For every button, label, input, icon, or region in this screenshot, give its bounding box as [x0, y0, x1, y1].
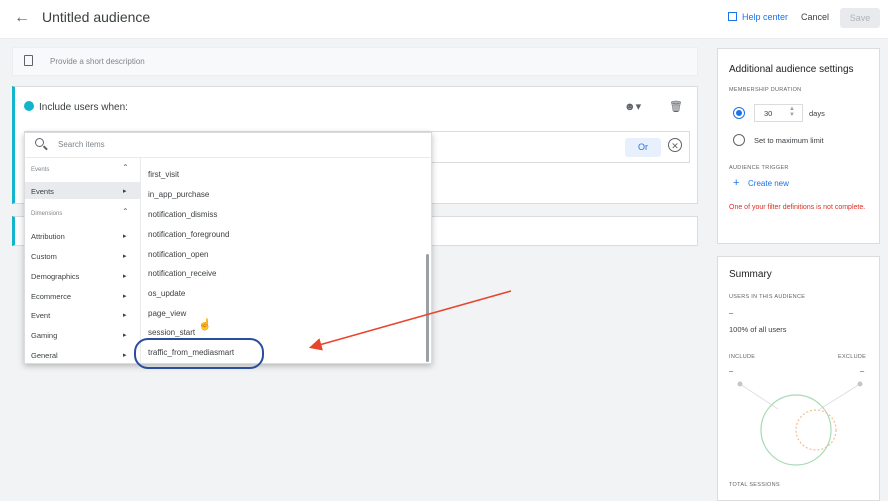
event-item[interactable]: notification_dismiss	[148, 210, 217, 219]
event-item[interactable]: notification_foreground	[148, 230, 229, 239]
duration-input[interactable]	[754, 104, 803, 122]
dimension-item[interactable]: Ecommerce	[31, 292, 71, 301]
events-category-label[interactable]: Events	[31, 187, 54, 196]
chevron-right-icon: ▸	[123, 273, 127, 280]
audience-trigger-caption: AUDIENCE TRIGGER	[729, 165, 789, 171]
save-button[interactable]: Save	[840, 8, 880, 28]
trash-icon[interactable]: 🗑	[669, 100, 683, 113]
include-users-label: Include users when:	[39, 102, 128, 113]
chevron-right-icon: ▸	[123, 312, 127, 319]
include-caption: INCLUDE	[729, 354, 756, 360]
dimension-item[interactable]: Custom	[31, 252, 57, 261]
users-in-audience-caption: USERS IN THIS AUDIENCE	[729, 294, 806, 300]
additional-settings-panel	[717, 48, 880, 244]
dimension-item[interactable]: Attribution	[31, 232, 65, 241]
stepper-icon[interactable]: ▲ ▼	[789, 106, 795, 118]
dimensions-section-header[interactable]: Dimensions	[31, 211, 62, 217]
venn-diagram	[737, 381, 863, 466]
collapse-dimensions-icon[interactable]: ⌃	[122, 207, 129, 216]
percent-of-users: 100% of all users	[729, 325, 787, 334]
include-dot-icon	[24, 101, 34, 111]
event-item[interactable]: notification_receive	[148, 269, 216, 278]
max-limit-radio[interactable]	[733, 134, 745, 146]
open-in-new-icon[interactable]	[728, 12, 737, 21]
exclude-caption: EXCLUDE	[838, 354, 867, 360]
event-item[interactable]: session_start	[148, 328, 195, 337]
filter-error-text: One of your filter definitions is not co…	[729, 204, 866, 211]
membership-duration-caption: MEMBERSHIP DURATION	[729, 87, 802, 93]
annotation-circle	[134, 338, 264, 369]
include-value: –	[729, 366, 734, 375]
chevron-right-icon: ▸	[123, 188, 127, 195]
exclude-value: –	[860, 366, 865, 375]
dimension-item[interactable]: Event	[31, 311, 50, 320]
person-scope-icon[interactable]: ☻▾	[624, 100, 641, 113]
hand-cursor-icon: ☝	[198, 319, 212, 331]
event-item[interactable]: first_visit	[148, 170, 179, 179]
event-item[interactable]: os_update	[148, 289, 185, 298]
summary-title: Summary	[729, 269, 772, 280]
chevron-right-icon: ▸	[123, 293, 127, 300]
max-limit-label: Set to maximum limit	[754, 136, 824, 145]
dimension-item[interactable]: Demographics	[31, 272, 79, 281]
collapse-events-icon[interactable]: ⌃	[122, 163, 129, 172]
page-title: Untitled audience	[42, 9, 151, 25]
chevron-right-icon: ▸	[123, 332, 127, 339]
description-placeholder: Provide a short description	[50, 57, 145, 66]
or-button[interactable]: Or	[625, 138, 661, 157]
search-input[interactable]: Search items	[58, 140, 105, 149]
plus-icon[interactable]: +	[733, 177, 739, 189]
events-section-header[interactable]: Events	[31, 167, 49, 173]
chevron-right-icon: ▸	[123, 253, 127, 260]
help-center-link[interactable]: Help center	[742, 12, 788, 22]
duration-value: 30	[764, 109, 773, 118]
dimension-item[interactable]: Gaming	[31, 331, 57, 340]
chevron-right-icon: ▸	[123, 233, 127, 240]
dimension-item[interactable]: General	[31, 351, 58, 360]
chevron-right-icon: ▸	[123, 352, 127, 359]
create-new-trigger-link[interactable]: Create new	[748, 179, 789, 188]
document-icon	[24, 55, 33, 66]
total-sessions-caption: TOTAL SESSIONS	[729, 482, 780, 488]
remove-condition-icon[interactable]: ✕	[668, 138, 682, 152]
duration-radio-selected[interactable]	[733, 107, 745, 119]
days-label: days	[809, 109, 825, 118]
event-item[interactable]: page_view	[148, 309, 186, 318]
users-value: –	[729, 308, 734, 317]
cancel-button[interactable]: Cancel	[801, 12, 829, 22]
event-item[interactable]: in_app_purchase	[148, 190, 209, 199]
back-arrow-icon[interactable]: ←	[14, 9, 30, 27]
event-item[interactable]: notification_open	[148, 250, 209, 259]
annotation-arrow-icon	[308, 290, 512, 351]
additional-settings-title: Additional audience settings	[729, 64, 854, 75]
